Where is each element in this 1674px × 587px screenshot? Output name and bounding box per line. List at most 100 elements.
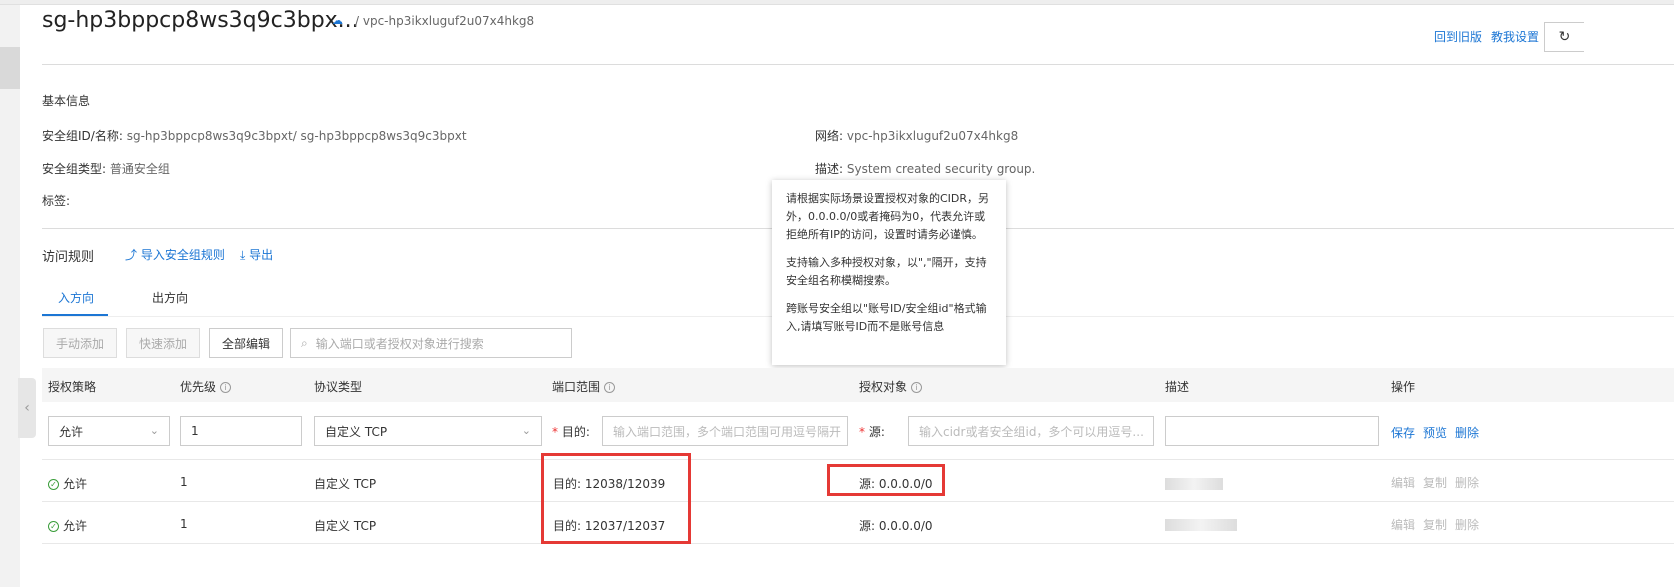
col-priority-label: 优先级 [180, 380, 217, 394]
tab-outbound[interactable]: 出方向 [152, 289, 188, 306]
divider [42, 64, 1674, 65]
col-actions: 操作 [1391, 380, 1416, 394]
tooltip-text-2: 支持输入多种授权对象，以","隔开，支持安全组名称模糊搜索。 [786, 256, 987, 287]
rules-title: 访问规则 [42, 250, 95, 265]
edit-link[interactable]: 编辑 [1391, 516, 1415, 533]
top-border [0, 0, 1674, 5]
col-port: 端口范围 i [552, 378, 616, 395]
left-rail [0, 5, 20, 587]
sg-id-value: sg-hp3bppcp8ws3q9c3bpxt/ sg-hp3bppcp8ws3… [126, 129, 467, 143]
network-row: 网络: vpc-hp3ikxluguf2u07x4hkg8 [815, 127, 1018, 144]
required-mark: * [552, 425, 562, 439]
collapse-chevron-icon[interactable]: ‹ [18, 378, 36, 438]
edit-link[interactable]: 编辑 [1391, 474, 1415, 491]
protocol-select-value: 自定义 TCP [325, 424, 388, 439]
source-input[interactable]: 输入cidr或者安全组id，多个可以用逗号... [908, 416, 1154, 446]
port-highlight-box [541, 453, 691, 544]
cloud-icon: ☁ [332, 14, 343, 27]
desc-row: 描述: System created security group. [815, 160, 1035, 177]
refresh-button[interactable]: ↻ [1544, 22, 1584, 52]
network-label: 网络: [815, 129, 844, 143]
dest-label: * 目的: [552, 423, 590, 440]
source-value: 源: 0.0.0.0/0 [859, 519, 933, 533]
network-value: vpc-hp3ikxluguf2u07x4hkg8 [846, 129, 1019, 143]
check-circle-icon: ✓ [48, 479, 59, 490]
tab-inbound[interactable]: 入方向 [58, 289, 94, 306]
priority-value: 1 [180, 475, 188, 489]
col-priority: 优先级 i [180, 378, 232, 395]
delete-link[interactable]: 删除 [1455, 516, 1479, 533]
policy-select[interactable]: 允许 ⌄ [48, 416, 170, 446]
rule-search-input[interactable]: ⌕ 输入端口或者授权对象进行搜索 [290, 328, 572, 358]
delete-link[interactable]: 删除 [1455, 424, 1479, 441]
sg-type-label: 安全组类型: [42, 162, 107, 176]
source-label: * 源: [859, 423, 885, 440]
search-icon: ⌕ [301, 335, 308, 350]
col-protocol: 协议类型 [314, 380, 363, 394]
description-input[interactable] [1165, 416, 1379, 446]
desc-label: 描述: [815, 162, 844, 176]
tags-label: 标签: [42, 194, 71, 208]
row-divider [42, 543, 1674, 544]
row-divider [42, 501, 1674, 502]
chevron-down-icon: ⌄ [521, 424, 531, 437]
authorization-tooltip: 请根据实际场景设置授权对象的CIDR，另外，0.0.0.0/0或者掩码为0，代表… [772, 180, 1006, 365]
help-setup-link[interactable]: 教我设置 [1491, 28, 1539, 45]
check-circle-icon: ✓ [48, 521, 59, 532]
priority-input[interactable]: 1 [180, 416, 302, 446]
info-icon[interactable]: i [911, 382, 923, 393]
tooltip-text-3: 跨账号安全组以"账号ID/安全组id"格式输入,请填写账号ID而不是账号信息 [786, 302, 987, 333]
required-mark: * [859, 425, 869, 439]
tooltip-text-1: 请根据实际场景设置授权对象的CIDR，另外，0.0.0.0/0或者掩码为0，代表… [786, 192, 990, 241]
col-desc: 描述 [1165, 380, 1190, 394]
info-icon[interactable]: i [220, 382, 232, 393]
export-link[interactable]: ⤓ 导出 [240, 246, 273, 263]
download-icon: ⤓ [240, 248, 246, 262]
source-label-text: 源: [868, 425, 885, 439]
sg-type-row: 安全组类型: 普通安全组 [42, 160, 170, 177]
col-source: 授权对象 i [859, 378, 923, 395]
quick-add-button[interactable]: 快速添加 [126, 328, 200, 358]
left-rail-block [0, 47, 20, 89]
copy-link[interactable]: 复制 [1423, 516, 1447, 533]
import-rules-link[interactable]: ⤴ 导入安全组规则 [125, 246, 225, 263]
protocol-value: 自定义 TCP [314, 519, 377, 533]
back-to-old-link[interactable]: 回到旧版 [1434, 28, 1482, 45]
sg-id-row: 安全组ID/名称: sg-hp3bppcp8ws3q9c3bpxt/ sg-hp… [42, 127, 467, 144]
copy-link[interactable]: 复制 [1423, 474, 1447, 491]
preview-link[interactable]: 预览 [1423, 424, 1447, 441]
col-policy: 授权策略 [48, 380, 97, 394]
blurred-description [1165, 519, 1237, 531]
table-row-policy: ✓ 允许 [48, 517, 87, 534]
export-label: 导出 [249, 248, 274, 262]
refresh-icon: ↻ [1558, 29, 1571, 45]
blurred-description [1165, 478, 1223, 490]
sg-id-label: 安全组ID/名称: [42, 129, 123, 143]
policy-value: 允许 [63, 519, 88, 533]
import-rules-label: 导入安全组规则 [140, 248, 225, 262]
desc-value: System created security group. [846, 162, 1036, 176]
priority-value: 1 [180, 517, 188, 531]
sg-type-value: 普通安全组 [109, 162, 170, 176]
policy-select-value: 允许 [59, 424, 84, 439]
dest-label-text: 目的: [561, 425, 590, 439]
row-divider [42, 459, 1674, 460]
table-header [42, 368, 1674, 402]
port-range-input[interactable]: 输入端口范围，多个端口范围可用逗号隔开 [602, 416, 848, 446]
search-placeholder: 输入端口或者授权对象进行搜索 [315, 336, 484, 351]
source-highlight-box [827, 464, 945, 496]
upload-icon: ⤴ [125, 248, 138, 262]
vpc-breadcrumb[interactable]: / vpc-hp3ikxluguf2u07x4hkg8 [355, 14, 534, 28]
delete-link[interactable]: 删除 [1455, 474, 1479, 491]
table-row-policy: ✓ 允许 [48, 475, 87, 492]
manual-add-button[interactable]: 手动添加 [43, 328, 117, 358]
policy-value: 允许 [63, 477, 88, 491]
basic-info-title: 基本信息 [42, 94, 91, 108]
col-source-label: 授权对象 [859, 380, 908, 394]
protocol-value: 自定义 TCP [314, 477, 377, 491]
save-link[interactable]: 保存 [1391, 424, 1415, 441]
protocol-select[interactable]: 自定义 TCP ⌄ [314, 416, 542, 446]
col-port-label: 端口范围 [552, 380, 601, 394]
edit-all-button[interactable]: 全部编辑 [209, 328, 283, 358]
info-icon[interactable]: i [604, 382, 616, 393]
